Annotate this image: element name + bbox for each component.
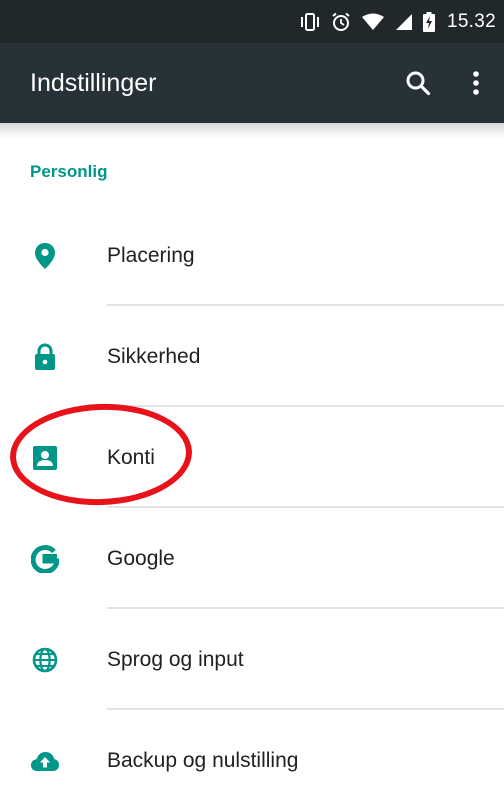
settings-item-sikkerhed[interactable]: Sikkerhed bbox=[0, 306, 504, 407]
settings-list: Placering Sikkerhed Konti Google Sprog o… bbox=[0, 205, 504, 805]
settings-item-label: Sprog og input bbox=[107, 647, 244, 671]
app-toolbar: Indstillinger bbox=[0, 43, 504, 123]
settings-item-label: Backup og nulstilling bbox=[107, 748, 299, 772]
battery-charging-icon bbox=[422, 11, 435, 32]
status-time: 15.32 bbox=[446, 10, 496, 32]
settings-item-google[interactable]: Google bbox=[0, 508, 504, 609]
section-header-personlig: Personlig bbox=[30, 162, 108, 181]
cloud-upload-icon bbox=[30, 746, 60, 776]
settings-item-label: Sikkerhed bbox=[107, 344, 201, 368]
more-options-button[interactable] bbox=[452, 55, 500, 111]
search-icon bbox=[406, 71, 431, 96]
settings-item-label: Google bbox=[107, 546, 175, 570]
settings-item-sprog-og-input[interactable]: Sprog og input bbox=[0, 609, 504, 710]
toolbar-shadow bbox=[0, 123, 504, 139]
globe-icon bbox=[30, 645, 60, 675]
signal-icon bbox=[395, 13, 413, 31]
google-g-icon bbox=[30, 544, 60, 574]
settings-item-placering[interactable]: Placering bbox=[0, 205, 504, 306]
settings-item-backup-og-nulstilling[interactable]: Backup og nulstilling bbox=[0, 710, 504, 805]
lock-icon bbox=[30, 342, 60, 372]
search-button[interactable] bbox=[390, 55, 446, 111]
alarm-icon bbox=[331, 12, 351, 32]
settings-item-label: Placering bbox=[107, 243, 195, 267]
wifi-icon bbox=[361, 13, 385, 31]
page-title: Indstillinger bbox=[30, 68, 157, 97]
status-bar: 15.32 bbox=[0, 0, 504, 43]
location-pin-icon bbox=[30, 241, 60, 271]
more-vert-icon bbox=[473, 71, 479, 95]
vibrate-icon bbox=[299, 12, 321, 31]
